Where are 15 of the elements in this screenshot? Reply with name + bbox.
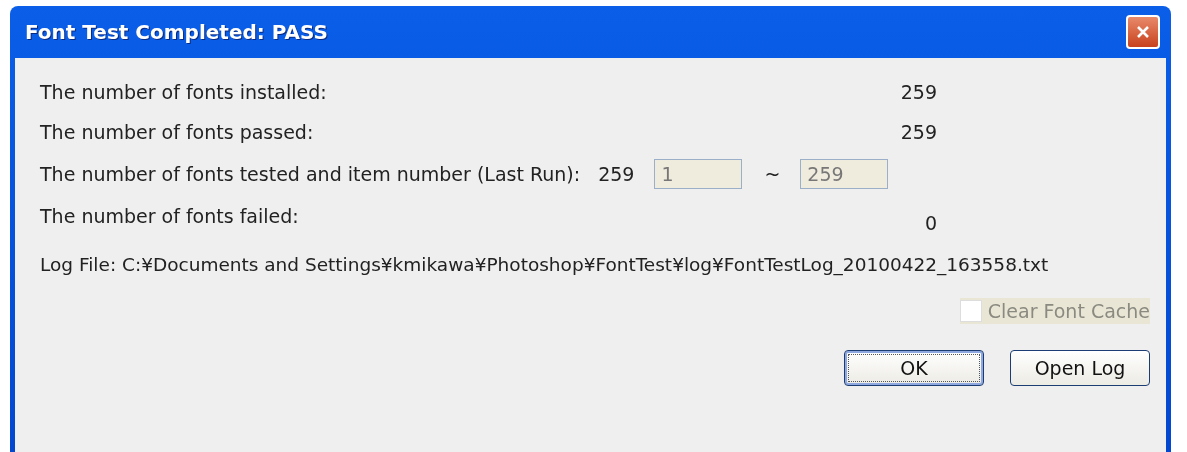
stat-value: 0 [924,212,937,234]
stat-value: 259 [598,163,635,185]
log-file-path: Log File: C:¥Documents and Settings¥kmikawa¥Photoshop¥FontTest¥log¥FontTestLog_20100422_163558.txt [40,253,1050,278]
stat-value: 259 [900,121,937,143]
stat-label: The number of fonts tested and item number (Last Run): [40,163,581,185]
ok-button[interactable]: OK [844,350,984,386]
close-icon [1136,25,1150,39]
stat-label: The number of fonts passed: [40,121,314,143]
range-separator: ~ [764,163,781,185]
stat-label: The number of fonts installed: [40,81,327,103]
stat-value: 259 [900,81,937,103]
stat-label: The number of fonts failed: [40,205,299,227]
window-title: Font Test Completed: PASS [25,20,328,44]
close-button[interactable] [1126,15,1160,49]
open-log-button[interactable]: Open Log [1010,350,1150,386]
